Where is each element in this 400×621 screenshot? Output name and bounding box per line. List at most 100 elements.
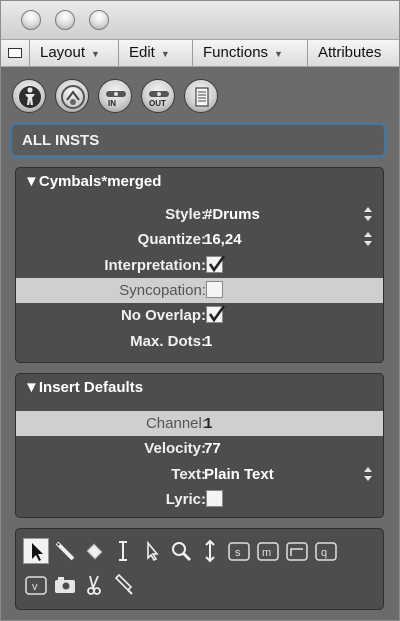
camera-icon <box>55 577 75 593</box>
m-tool[interactable]: m <box>255 538 281 564</box>
syncopation-row: Syncopation: <box>16 278 383 303</box>
text-row[interactable]: Text: Plain Text <box>16 462 383 487</box>
svg-text:q: q <box>321 547 327 559</box>
s-tool[interactable]: s <box>226 538 252 564</box>
chevron-down-icon: ▼ <box>91 49 100 59</box>
quantize-box-icon <box>286 542 308 561</box>
style-value[interactable]: #Drums <box>204 206 260 223</box>
disclosure-triangle-icon[interactable]: ▼ <box>24 173 39 190</box>
pointer-icon <box>32 543 43 561</box>
text-label: Text: <box>171 466 206 483</box>
lyric-label: Lyric: <box>165 491 206 508</box>
disclosure-triangle-icon[interactable]: ▼ <box>24 379 39 396</box>
notepad-icon <box>195 87 209 107</box>
syncopation-checkbox[interactable] <box>206 281 223 298</box>
menu-layout[interactable]: Layout ▼ <box>29 40 118 66</box>
up-down-arrows-icon[interactable] <box>363 230 373 248</box>
layout-tool[interactable] <box>139 538 165 564</box>
staff-style-title: Cymbals*merged <box>38 173 162 190</box>
text-value[interactable]: Plain Text <box>204 466 274 483</box>
staff-style-panel: ▼Cymbals*merged Style: #Drums Quantize: … <box>15 167 384 363</box>
no-overlap-checkbox[interactable] <box>206 305 226 323</box>
midi-out-icon <box>149 91 169 97</box>
lyric-checkbox[interactable] <box>206 490 223 507</box>
m-box-icon: m <box>257 542 279 561</box>
max-dots-row[interactable]: Max. Dots: 1 <box>16 329 383 354</box>
checkmark-icon <box>208 255 226 273</box>
zoom-button[interactable] <box>89 10 109 30</box>
channel-value[interactable]: 1 <box>204 415 212 432</box>
up-down-arrows-icon[interactable] <box>363 465 373 483</box>
person-icon <box>19 86 41 108</box>
text-cursor-icon <box>119 541 127 561</box>
toolbar-person-button[interactable] <box>12 79 46 113</box>
channel-row[interactable]: Channel: 1 <box>16 411 383 436</box>
v-tool[interactable]: v <box>23 572 49 598</box>
arrow-icon <box>147 540 159 562</box>
pencil-icon <box>55 541 75 561</box>
chevron-down-icon: ▼ <box>274 49 283 59</box>
insert-defaults-panel: ▼Insert Defaults Channel: 1 Velocity: 77… <box>15 373 384 518</box>
quantize-tool[interactable] <box>284 538 310 564</box>
toolbar-midi-out-button[interactable]: OUT <box>141 79 175 113</box>
no-overlap-row: No Overlap: <box>16 303 383 328</box>
max-dots-value[interactable]: 1 <box>204 333 212 350</box>
eraser-tool[interactable] <box>81 538 107 564</box>
lyric-row: Lyric: <box>16 487 383 512</box>
quantize-row[interactable]: Quantize: 16,24 <box>16 227 383 252</box>
insert-defaults-panel-title[interactable]: ▼Insert Defaults <box>24 379 143 396</box>
quantize-label: Quantize: <box>137 231 206 248</box>
zoom-tool[interactable] <box>168 538 194 564</box>
svg-text:s: s <box>235 547 241 559</box>
close-button[interactable] <box>21 10 41 30</box>
display-parameter-value: ALL INSTS <box>22 132 100 149</box>
pointer-tool[interactable] <box>23 538 49 564</box>
checkmark-icon <box>208 305 226 323</box>
up-down-arrows-icon[interactable] <box>363 205 373 223</box>
scissors-icon <box>87 575 101 595</box>
menu-attributes[interactable]: Attributes <box>307 40 399 66</box>
title-bar <box>1 1 399 39</box>
midi-in-label: IN <box>108 99 116 108</box>
toolbar-drum-button[interactable] <box>55 79 89 113</box>
staff-style-panel-title[interactable]: ▼Cymbals*merged <box>24 173 161 190</box>
no-overlap-label: No Overlap: <box>120 307 206 324</box>
menu-layout-label: Layout <box>40 44 86 61</box>
glue-tool[interactable] <box>110 572 136 598</box>
display-parameter-box[interactable]: ALL INSTS <box>9 122 387 158</box>
menu-attributes-label: Attributes <box>318 44 382 61</box>
scissors-tool[interactable] <box>81 572 107 598</box>
toolbar-midi-in-button[interactable]: IN <box>98 79 132 113</box>
interpretation-row: Interpretation: <box>16 253 383 278</box>
menu-toggle-icon[interactable] <box>8 48 22 58</box>
minimize-button[interactable] <box>55 10 75 30</box>
insert-defaults-title: Insert Defaults <box>38 379 144 396</box>
tool-palette: s m q v <box>15 528 384 610</box>
menu-functions-label: Functions <box>203 44 269 61</box>
q-tool[interactable]: q <box>313 538 339 564</box>
syncopation-label: Syncopation: <box>119 282 206 299</box>
menu-edit-label: Edit <box>129 44 155 61</box>
resize-tool[interactable] <box>197 538 223 564</box>
text-tool[interactable] <box>110 538 136 564</box>
pencil-tool[interactable] <box>52 538 78 564</box>
chevron-down-icon: ▼ <box>160 49 170 59</box>
eraser-icon <box>86 543 103 560</box>
menu-functions[interactable]: Functions ▼ <box>192 40 307 66</box>
svg-text:v: v <box>32 581 38 593</box>
velocity-value[interactable]: 77 <box>204 440 221 457</box>
toolbar-notepad-button[interactable] <box>184 79 218 113</box>
q-box-icon: q <box>315 542 337 561</box>
interpretation-checkbox[interactable] <box>206 255 226 273</box>
velocity-row[interactable]: Velocity: 77 <box>16 436 383 461</box>
style-row[interactable]: Style: #Drums <box>16 202 383 227</box>
quantize-value[interactable]: 16,24 <box>204 231 242 248</box>
local-menu-bar: Layout ▼ Edit ▼ Functions ▼ Attributes <box>1 39 399 67</box>
svg-text:m: m <box>262 547 271 559</box>
max-dots-label: Max. Dots: <box>130 333 206 350</box>
channel-label: Channel: <box>145 415 206 432</box>
camera-tool[interactable] <box>52 572 78 598</box>
style-label: Style: <box>165 206 206 223</box>
drum-icon <box>61 85 85 109</box>
menu-edit[interactable]: Edit ▼ <box>118 40 192 66</box>
